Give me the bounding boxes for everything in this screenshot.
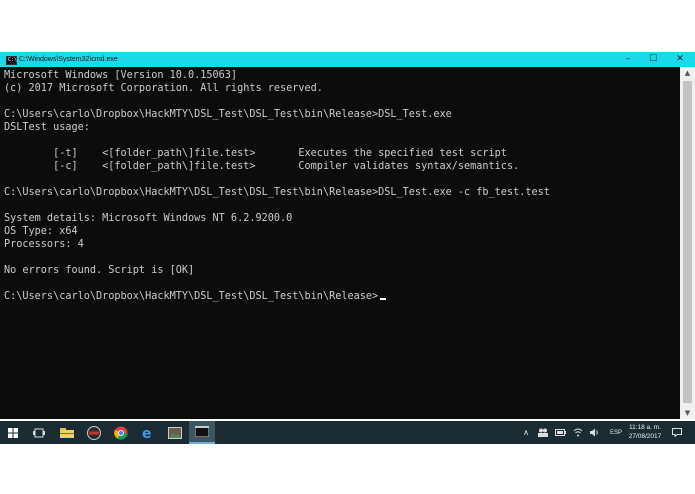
taskbar: e ∧ ESP 11:18 a. m. 27/08/2017 bbox=[0, 421, 695, 444]
svg-text:e: e bbox=[142, 426, 152, 440]
clock[interactable]: 11:18 a. m. 27/08/2017 bbox=[624, 423, 666, 441]
clock-date: 27/08/2017 bbox=[628, 433, 662, 440]
edge-icon[interactable]: e bbox=[135, 421, 161, 444]
vertical-scrollbar[interactable]: ▲ ▼ bbox=[680, 67, 695, 419]
chrome-icon[interactable] bbox=[108, 421, 134, 444]
cmd-icon[interactable] bbox=[189, 421, 215, 444]
console-area[interactable]: Microsoft Windows [Version 10.0.15063] (… bbox=[0, 67, 680, 419]
notification-icon[interactable] bbox=[670, 421, 684, 444]
maximize-button[interactable]: ☐ bbox=[640, 52, 666, 67]
people-icon[interactable] bbox=[537, 421, 549, 444]
scroll-down-arrow-icon[interactable]: ▼ bbox=[680, 407, 695, 419]
close-button[interactable]: ✕ bbox=[667, 52, 693, 67]
battery-icon[interactable] bbox=[554, 421, 566, 444]
clock-time: 11:18 a. m. bbox=[628, 424, 662, 431]
window-title: C:\Windows\System32\cmd.exe bbox=[19, 56, 118, 63]
wifi-icon[interactable] bbox=[572, 421, 584, 444]
cmd-icon: C:\ bbox=[6, 56, 18, 65]
console-output: Microsoft Windows [Version 10.0.15063] (… bbox=[4, 70, 550, 302]
photos-icon[interactable] bbox=[162, 421, 188, 444]
input-language[interactable]: ESP bbox=[606, 421, 626, 444]
text-cursor bbox=[380, 298, 386, 300]
cmd-window[interactable]: C:\ C:\Windows\System32\cmd.exe – ☐ ✕ Mi… bbox=[0, 52, 695, 419]
chevron-up-icon[interactable]: ∧ bbox=[520, 421, 532, 444]
media-player-icon[interactable] bbox=[81, 421, 107, 444]
file-explorer-icon[interactable] bbox=[54, 421, 80, 444]
title-bar[interactable]: C:\ C:\Windows\System32\cmd.exe – ☐ ✕ bbox=[0, 52, 695, 67]
windows-start-icon[interactable] bbox=[0, 421, 26, 444]
volume-icon[interactable] bbox=[589, 421, 601, 444]
scroll-up-arrow-icon[interactable]: ▲ bbox=[680, 67, 695, 79]
minimize-button[interactable]: – bbox=[615, 52, 641, 67]
task-view-icon[interactable] bbox=[26, 421, 52, 444]
scroll-thumb[interactable] bbox=[683, 81, 692, 403]
